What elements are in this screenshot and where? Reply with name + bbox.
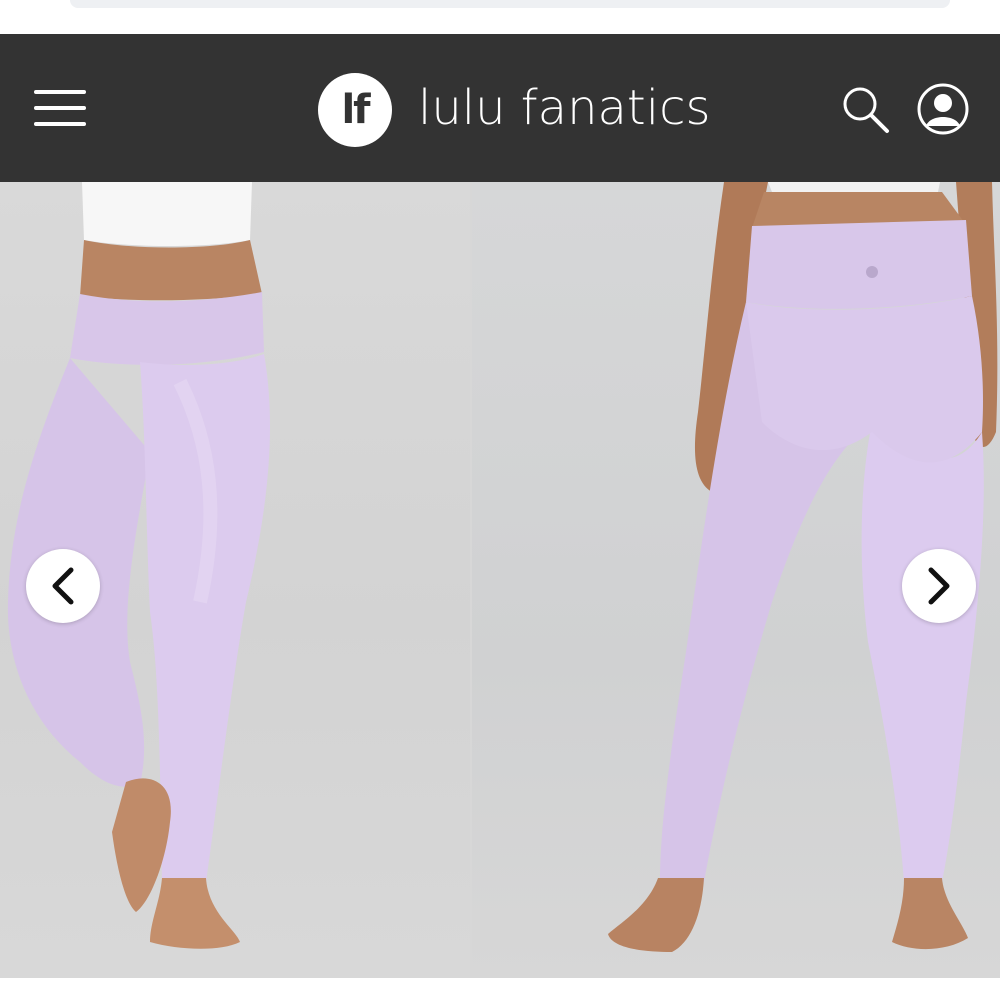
user-account-icon[interactable] (916, 82, 970, 136)
chevron-right-icon[interactable] (902, 549, 976, 623)
brand-name[interactable]: lulu fanatics (418, 78, 710, 138)
product-image-gallery (0, 182, 1000, 978)
site-header: lf lulu fanatics (0, 34, 1000, 182)
hamburger-menu-icon[interactable] (34, 88, 88, 128)
logo-badge[interactable]: lf (318, 73, 392, 147)
top-search-bar-edge (70, 0, 950, 8)
search-icon[interactable] (840, 84, 892, 136)
page: lf lulu fanatics (0, 0, 1000, 1000)
chevron-left-icon[interactable] (26, 549, 100, 623)
